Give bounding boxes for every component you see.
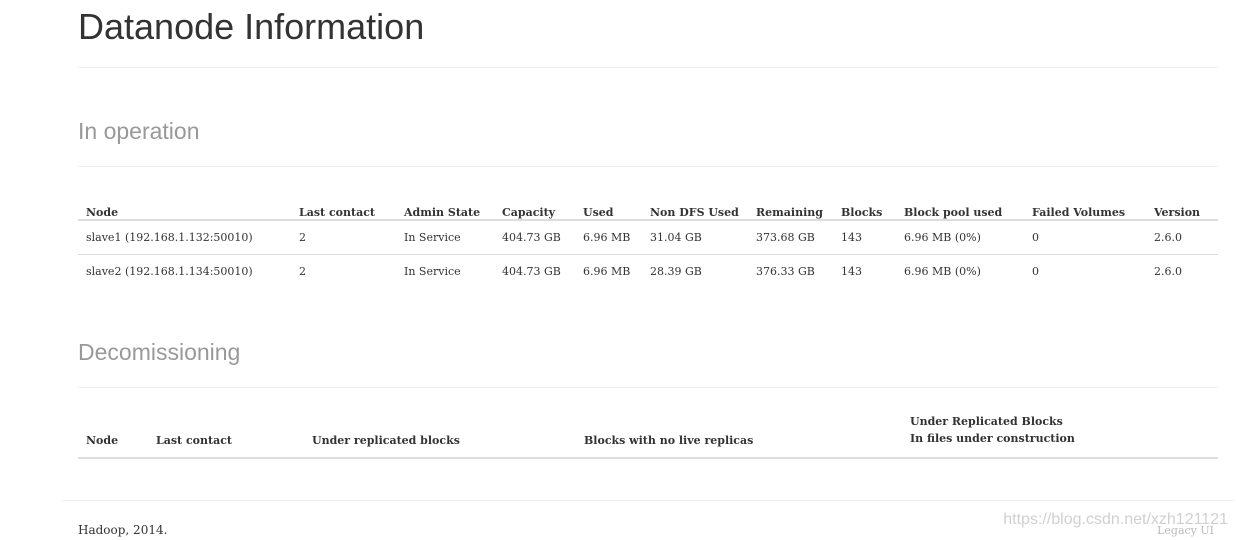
divider [78,387,1218,388]
column-header[interactable]: Block pool used [896,186,1024,220]
table-cell: 28.39 GB [642,254,748,288]
column-header[interactable]: Under Replicated Blocks In files under c… [902,409,1218,458]
divider [78,166,1218,167]
column-header[interactable]: Under replicated blocks [304,409,576,458]
decommissioning-table: Node Last contact Under replicated block… [78,409,1218,459]
table-header-row: Node Last contact Admin State Capacity U… [78,186,1218,220]
column-header[interactable]: Non DFS Used [642,186,748,220]
column-header[interactable]: Admin State [396,186,494,220]
column-header[interactable]: Blocks [833,186,896,220]
page-title: Datanode Information [78,6,425,47]
column-header[interactable]: Last contact [291,186,396,220]
footer-divider [62,500,1234,501]
table-cell: 404.73 GB [494,254,575,288]
table-cell: 6.96 MB [575,219,642,255]
section-title-in-operation: In operation [78,118,200,144]
table-row: slave2 (192.168.1.134:50010) 2 In Servic… [78,254,1218,288]
table-cell-node: slave2 (192.168.1.134:50010) [78,254,291,288]
table-cell: 31.04 GB [642,219,748,255]
column-header[interactable]: Blocks with no live replicas [576,409,902,458]
table-cell: In Service [396,219,494,255]
column-header[interactable]: Capacity [494,186,575,220]
column-header[interactable]: Node [78,186,291,220]
datanode-table: Node Last contact Admin State Capacity U… [78,186,1218,288]
section-title-decommissioning: Decomissioning [78,339,241,365]
watermark: https://blog.csdn.net/xzh121121 [1003,511,1228,528]
table-cell: 2.6.0 [1146,254,1218,288]
column-header-line: Under Replicated Blocks [910,415,1063,428]
table-cell: 6.96 MB (0%) [896,219,1024,255]
table-row: slave1 (192.168.1.132:50010) 2 In Servic… [78,219,1218,255]
table-cell: 376.33 GB [748,254,833,288]
table-cell: In Service [396,254,494,288]
column-header[interactable]: Failed Volumes [1024,186,1146,220]
table-cell: 404.73 GB [494,219,575,255]
column-header-line: In files under construction [910,432,1075,445]
table-cell: 143 [833,219,896,255]
table-cell: 2 [291,219,396,255]
table-cell: 2.6.0 [1146,219,1218,255]
table-cell: 0 [1024,219,1146,255]
divider [78,67,1218,68]
table-cell: 0 [1024,254,1146,288]
table-cell: 6.96 MB (0%) [896,254,1024,288]
table-cell: 373.68 GB [748,219,833,255]
footer-text: Hadoop, 2014. [78,523,168,537]
column-header[interactable]: Node [78,409,148,458]
table-cell-node: slave1 (192.168.1.132:50010) [78,219,291,255]
column-header[interactable]: Version [1146,186,1218,220]
table-cell: 143 [833,254,896,288]
table-cell: 2 [291,254,396,288]
column-header[interactable]: Last contact [148,409,304,458]
table-cell: 6.96 MB [575,254,642,288]
column-header[interactable]: Used [575,186,642,220]
table-header-row: Node Last contact Under replicated block… [78,409,1218,458]
column-header[interactable]: Remaining [748,186,833,220]
